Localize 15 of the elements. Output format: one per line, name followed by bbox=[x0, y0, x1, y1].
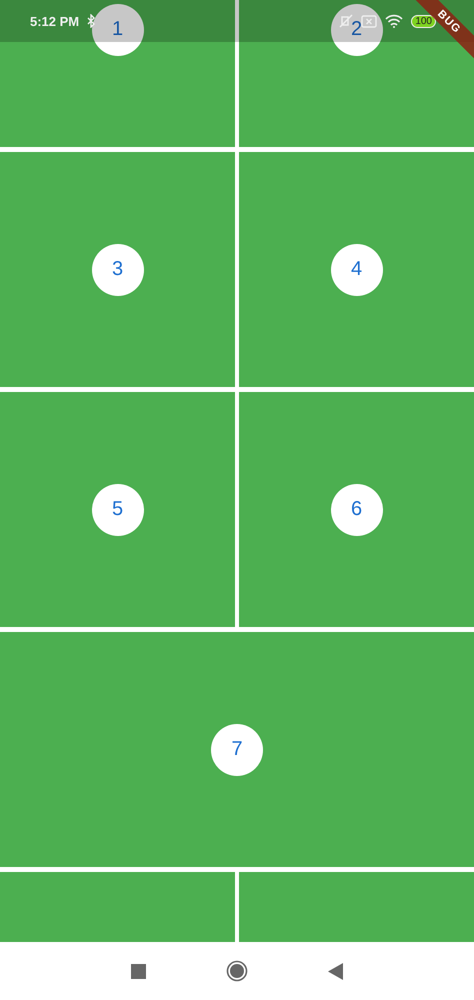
number-label: 1 bbox=[92, 4, 144, 56]
recents-button[interactable] bbox=[131, 964, 146, 978]
number-label: 7 bbox=[211, 724, 263, 776]
wifi-icon bbox=[385, 14, 404, 28]
number-label: 6 bbox=[330, 484, 382, 536]
status-time: 5:12 PM bbox=[30, 14, 80, 28]
number-label: 4 bbox=[330, 244, 382, 296]
vibrate-off-icon bbox=[339, 14, 354, 28]
sim-card-icon bbox=[361, 14, 378, 28]
home-button[interactable] bbox=[226, 960, 248, 982]
number-label: 2 bbox=[330, 4, 382, 56]
number-label: 3 bbox=[92, 244, 144, 296]
bluetooth-icon bbox=[87, 14, 96, 28]
number-label: 5 bbox=[92, 484, 144, 536]
back-button[interactable] bbox=[328, 962, 343, 980]
